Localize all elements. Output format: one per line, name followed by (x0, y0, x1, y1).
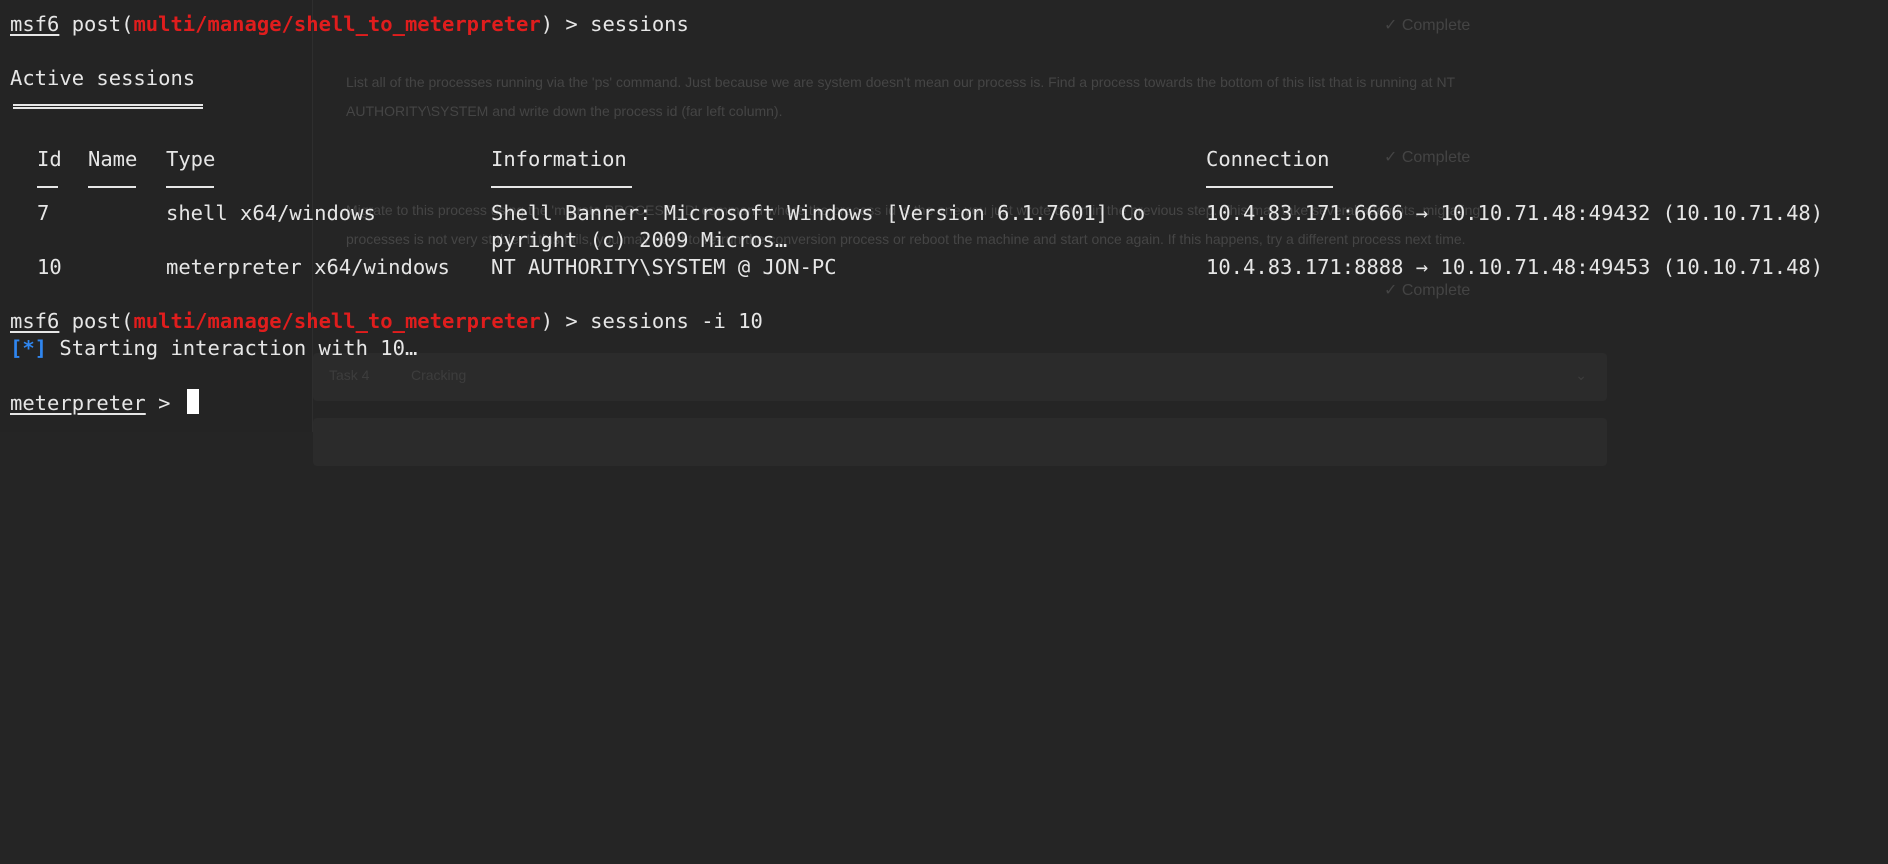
column-header-id: Id (37, 147, 62, 171)
meterpreter-prompt-name: meterpreter (10, 391, 146, 415)
prompt-prefix: post( (59, 309, 134, 333)
status-marker: [*] (10, 336, 48, 360)
row-1-type: shell x64/windows (166, 201, 376, 225)
prompt-line-2: msf6 post(multi/manage/shell_to_meterpre… (10, 308, 763, 335)
prompt-app-name: msf6 (10, 309, 60, 333)
column-header-connection: Connection (1206, 147, 1330, 171)
row-1-id: 7 (37, 201, 50, 225)
row-2-type: meterpreter x64/windows (166, 255, 450, 279)
section-title-double-underline (13, 104, 203, 109)
column-header-information: Information (491, 147, 627, 171)
prompt-prefix: post( (59, 12, 134, 36)
column-rule-connection (1206, 186, 1333, 188)
prompt-command: sessions -i 10 (590, 309, 763, 333)
meterpreter-prompt-line[interactable]: meterpreter > (10, 389, 199, 416)
prompt-suffix: ) > (540, 12, 591, 36)
row-1-information-line-1: Shell Banner: Microsoft Windows [Version… (491, 201, 1146, 225)
column-rule-name (88, 186, 136, 188)
column-header-type: Type (166, 147, 216, 171)
terminal-cursor[interactable] (186, 389, 199, 414)
row-1-connection: 10.4.83.171:6666 → 10.10.71.48:49432 (10… (1206, 201, 1824, 225)
column-rule-information (491, 186, 632, 188)
status-line: [*] Starting interaction with 10… (10, 335, 417, 362)
column-rule-type (166, 186, 214, 188)
row-2-id: 10 (37, 255, 62, 279)
column-rule-id (37, 186, 58, 188)
column-header-name: Name (88, 147, 138, 171)
prompt-app-name: msf6 (10, 12, 60, 36)
prompt-line-1: msf6 post(multi/manage/shell_to_meterpre… (10, 11, 689, 38)
section-title: Active sessions (10, 66, 196, 90)
meterpreter-prompt-suffix: > (145, 391, 183, 415)
row-1-information-line-2: pyright (c) 2009 Micros… (491, 228, 788, 252)
row-2-information: NT AUTHORITY\SYSTEM @ JON-PC (491, 255, 837, 279)
prompt-suffix: ) > (540, 309, 591, 333)
prompt-module-name: multi/manage/shell_to_meterpreter (133, 309, 541, 333)
row-2-connection: 10.4.83.171:8888 → 10.10.71.48:49453 (10… (1206, 255, 1824, 279)
prompt-command: sessions (590, 12, 689, 36)
terminal-window[interactable]: msf6 post(multi/manage/shell_to_meterpre… (0, 0, 1888, 432)
prompt-module-name: multi/manage/shell_to_meterpreter (133, 12, 541, 36)
status-text: Starting interaction with 10… (47, 336, 418, 360)
